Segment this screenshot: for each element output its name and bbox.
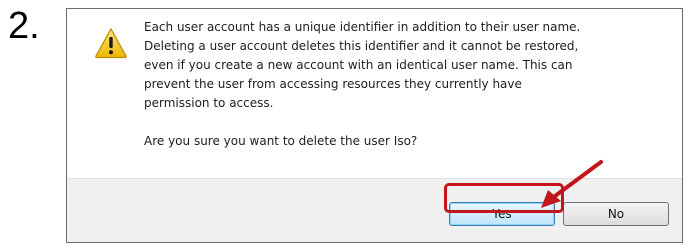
no-button[interactable]: No <box>563 202 669 226</box>
dialog-button-bar: Yes No <box>67 178 682 242</box>
message-line: Deleting a user account deletes this ide… <box>144 39 579 53</box>
warning-icon <box>95 27 127 59</box>
dialog-message: Each user account has a unique identifie… <box>144 18 664 151</box>
message-line: Each user account has a unique identifie… <box>144 20 581 34</box>
message-line: even if you create a new account with an… <box>144 58 573 72</box>
yes-button-highlight <box>444 183 564 213</box>
delete-user-dialog: Each user account has a unique identifie… <box>66 8 683 243</box>
message-line: prevent the user from accessing resource… <box>144 77 522 91</box>
message-line: permission to access. <box>144 96 274 110</box>
confirm-question: Are you sure you want to delete the user… <box>144 134 418 148</box>
step-number: 2. <box>8 5 40 47</box>
